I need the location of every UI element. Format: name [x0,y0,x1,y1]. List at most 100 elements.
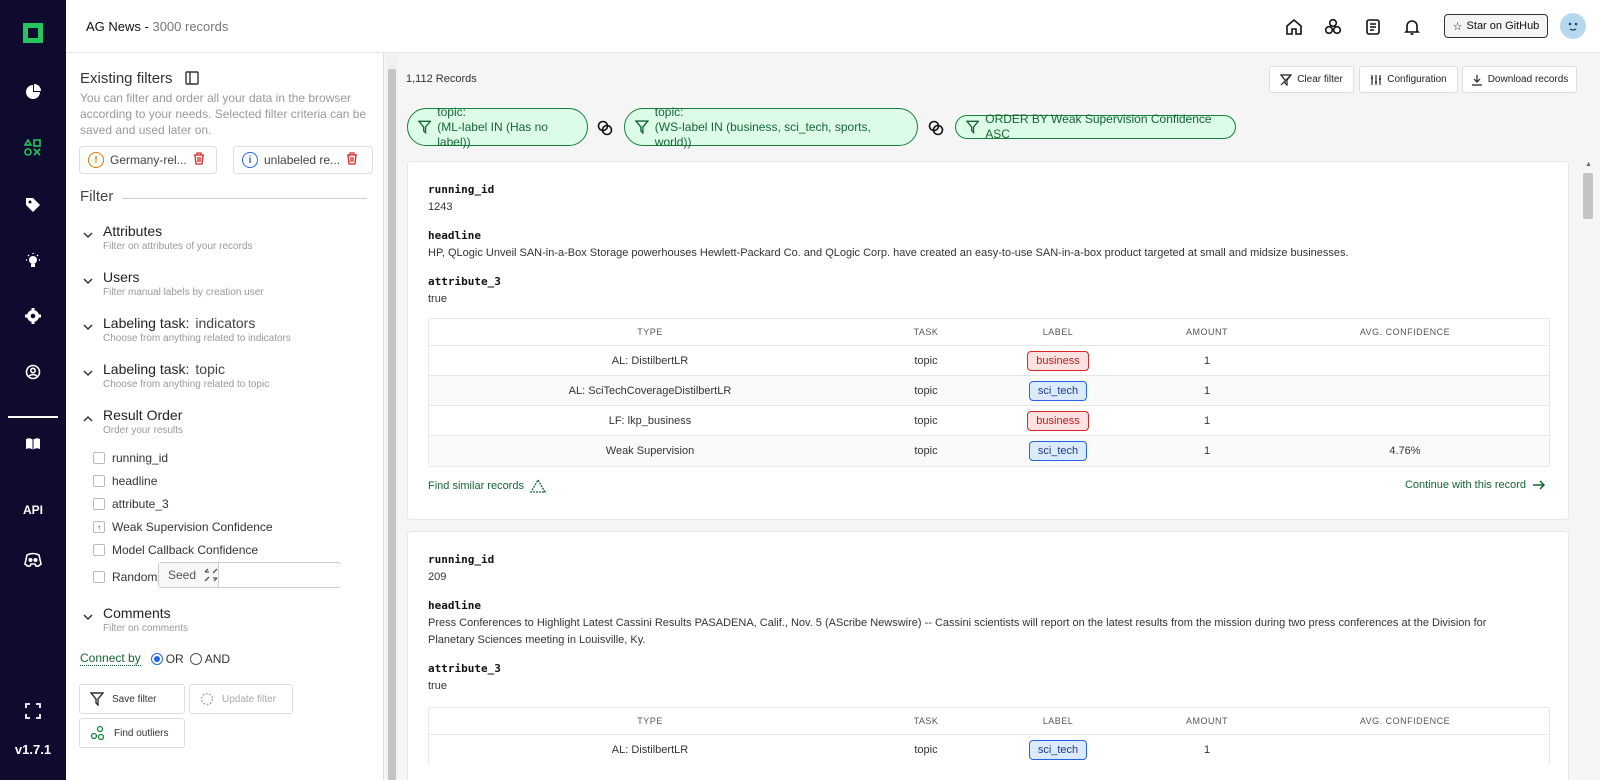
section-title-text: Labeling task: [103,315,190,331]
clear-filter-button[interactable]: Clear filter [1269,66,1354,93]
seed-input[interactable] [219,564,381,586]
label-badge: sci_tech [1028,441,1088,461]
section-title: Labeling task: indicators [103,315,255,331]
sidebar-scrollbar[interactable] [386,53,398,780]
section-task-name: topic [195,361,225,377]
fullscreen-icon[interactable] [21,699,45,723]
scroll-up-arrow-icon[interactable]: ▲ [1585,161,1592,168]
seed-field[interactable]: Seed [158,562,381,588]
nav-labeling-icon[interactable] [21,193,45,217]
info-icon: i [242,152,258,168]
nav-settings-icon[interactable] [21,304,45,328]
download-records-button[interactable]: Download records [1462,66,1577,93]
nav-discord-icon[interactable] [21,548,45,572]
save-filter-button[interactable]: Save filter [79,684,185,714]
section-subtitle: Choose from anything related to indicato… [103,333,291,344]
table-row: AL: DistilbertLR topic business 1 [429,346,1549,376]
filter-icon [418,120,432,134]
order-option-ws-confidence[interactable]: ↑ Weak Supervision Confidence [93,520,273,534]
filter-sidebar: Existing filters You can filter and orde… [66,53,384,780]
section-title-text: Result Order [103,407,183,423]
star-on-github-button[interactable]: ☆ Star on GitHub [1444,14,1548,38]
cell-type: AL: DistilbertLR [611,354,689,367]
notes-icon[interactable] [1362,16,1384,38]
cell-label: sci_tech [981,441,1135,461]
cell-task: topic [914,445,938,457]
existing-filters-heading: Existing filters [80,70,199,87]
order-option-running-id[interactable]: running_id [93,451,168,465]
notifications-bell-icon[interactable] [1401,16,1423,38]
section-subtitle: Filter on attributes of your records [103,241,253,252]
checkbox[interactable] [93,571,105,583]
cell-label: sci_tech [981,740,1135,760]
pill-text: topic: (WS-label IN (business, sci_tech, … [655,105,907,150]
find-similar-label: Find similar records [428,480,524,492]
section-title-text: Labeling task: [103,361,190,377]
records-scrollbar[interactable]: ▲ ▼ [1578,53,1600,780]
active-filter-pill[interactable]: topic: (ML-label IN (Has no label)) [407,105,588,149]
cell-type: LF: lkp_business [608,414,692,427]
checkbox[interactable] [93,544,105,556]
nav-overview-icon[interactable] [21,80,45,104]
scrollbar-thumb[interactable] [388,69,396,780]
radio-and-label: AND [204,651,231,666]
find-outliers-button[interactable]: Find outliers [79,718,185,748]
sort-ascending-checkbox[interactable]: ↑ [93,521,105,533]
trash-icon[interactable] [193,152,205,168]
radio-or-label: OR [165,651,184,666]
pill-line2: (WS-label IN (business, sci_tech, sports… [654,119,871,149]
trash-icon[interactable] [346,152,358,168]
label-badge: sci_tech [1028,380,1088,401]
column-header: AVG. CONFIDENCE [1359,716,1451,726]
projects-icon[interactable] [1322,16,1344,38]
configuration-button[interactable]: Configuration [1359,66,1458,93]
dataset-name: AG News [86,19,141,34]
order-option-attribute-3[interactable]: attribute_3 [93,497,169,511]
section-title: Comments [103,605,171,621]
home-icon[interactable] [1283,16,1305,38]
nav-api-link[interactable]: API [16,503,50,517]
nav-users-icon[interactable] [21,360,45,384]
column-header: TASK [913,716,939,726]
app-root: API v1.7.1 AG News - 3000 records ☆ Star… [0,0,1600,780]
cell-type: AL: DistilbertLR [611,744,689,756]
sidebar-toggle-icon[interactable] [185,71,199,85]
find-similar-records-link[interactable]: Find similar records [428,479,546,493]
active-filter-pill[interactable]: topic: (WS-label IN (business, sci_tech, … [624,105,918,149]
cell-label: business [981,410,1135,431]
radio-and[interactable] [189,652,202,665]
records-panel: 1,112 Records Clear filter Configuration… [398,53,1600,780]
cell-amount: 1 [1203,445,1211,457]
cell-task: topic [914,384,938,397]
nav-data-browser-icon[interactable] [21,136,45,160]
nav-docs-icon[interactable] [21,432,45,456]
scrollbar-thumb[interactable] [1583,173,1593,219]
order-option-model-callback[interactable]: Model Callback Confidence [93,543,258,557]
saved-filter-chip[interactable]: i unlabeled re... [233,146,373,174]
avatar[interactable] [1560,13,1586,39]
order-by-pill[interactable]: ORDER BY Weak Supervision Confidence ASC [955,112,1236,141]
section-title-text: Comments [103,605,171,621]
saved-filter-chip[interactable]: ! Germany-rel... [79,146,217,174]
field-value-running-id: 1243 [428,201,453,213]
field-label: headline [428,599,481,612]
update-filter-button[interactable]: Update filter [189,684,293,714]
order-option-random[interactable]: Random [93,570,157,584]
section-task-name: indicators [195,315,256,331]
order-option-headline[interactable]: headline [93,474,157,488]
seed-label: Seed [168,568,197,582]
checkbox[interactable] [93,452,105,464]
shuffle-icon[interactable] [204,568,218,582]
column-header: LABEL [1042,716,1074,726]
field-label: running_id [428,553,495,566]
section-subtitle: Filter manual labels by creation user [103,287,264,298]
logo-icon[interactable] [20,20,46,46]
nav-heuristics-icon[interactable] [21,249,45,273]
pill-line1: topic: [654,104,684,119]
checkbox[interactable] [93,475,105,487]
column-header: LABEL [1042,327,1074,337]
radio-or[interactable] [150,652,163,665]
checkbox[interactable] [93,498,105,510]
left-nav: API v1.7.1 [0,0,66,780]
continue-with-record-link[interactable]: Continue with this record [1405,479,1546,491]
